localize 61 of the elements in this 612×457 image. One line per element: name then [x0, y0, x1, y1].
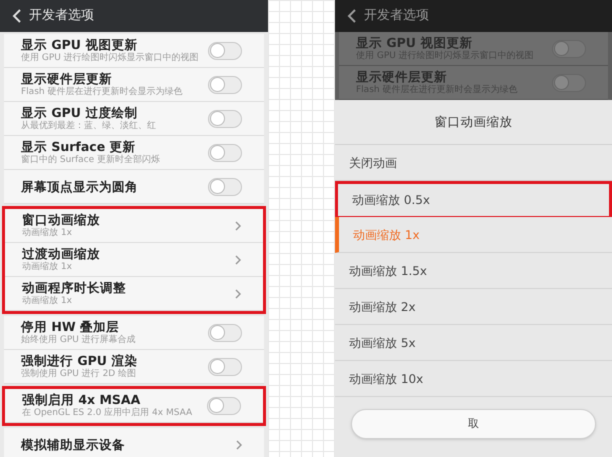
settings-row[interactable]: 显示 GPU 视图更新 使用 GPU 进行绘图时闪烁显示窗口中的视图 — [4, 34, 264, 68]
settings-row[interactable]: 强制进行 GPU 渲染 强制使用 GPU 进行 2D 绘图 — [4, 350, 264, 384]
toggle-switch[interactable] — [208, 144, 242, 162]
toggle-switch[interactable] — [208, 42, 242, 60]
settings-row[interactable]: 显示 Surface 更新 窗口中的 Surface 更新时全部闪烁 — [4, 136, 264, 170]
setting-subtitle: Flash 硬件层在进行更新时会显示为绿色 — [21, 87, 182, 98]
setting-subtitle: 动画缩放 1x — [22, 262, 73, 273]
chevron-icon — [235, 220, 241, 230]
toggle-switch[interactable] — [208, 178, 242, 196]
chevron-icon — [235, 288, 241, 298]
setting-title: 显示硬件层更新 — [21, 71, 113, 86]
setting-subtitle: 强制使用 GPU 进行 2D 绘图 — [21, 369, 138, 380]
screen-title: 开发者选项 — [29, 7, 94, 26]
settings-row[interactable]: 屏幕顶点显示为圆角 — [4, 170, 264, 204]
settings-row[interactable]: 模拟辅助显示设备 — [4, 428, 264, 457]
settings-row[interactable]: 显示硬件层更新 Flash 硬件层在进行更新时会显示为绿色 — [4, 68, 264, 102]
toggle-switch[interactable] — [208, 76, 242, 94]
setting-subtitle: 从最优到最差：蓝、绿、淡红、红 — [21, 121, 156, 132]
settings-row[interactable]: 强制启用 4x MSAA 在 OpenGL ES 2.0 应用中启用 4x MSAA — [5, 389, 263, 423]
option-item[interactable]: 动画缩放 5x — [335, 325, 612, 361]
option-item[interactable]: 动画缩放 2x — [335, 289, 612, 325]
toggle-switch[interactable] — [208, 324, 242, 342]
setting-title: 模拟辅助显示设备 — [21, 436, 125, 452]
setting-subtitle: 动画缩放 1x — [22, 296, 73, 307]
setting-subtitle: 在 OpenGL ES 2.0 应用中启用 4x MSAA — [22, 408, 192, 419]
option-item[interactable]: 动画缩放 1.5x — [335, 253, 612, 289]
setting-title: 强制启用 4x MSAA — [22, 392, 142, 408]
toggle-switch[interactable] — [552, 40, 586, 58]
settings-row[interactable]: 停用 HW 叠加层 始终使用 GPU 进行屏幕合成 — [4, 316, 264, 350]
dialog-title: 窗口动画缩放 — [434, 112, 512, 131]
option-item[interactable]: 关闭动画 — [335, 145, 612, 181]
settings-row[interactable]: 显示 GPU 过度绘制 从最优到最差：蓝、绿、淡红、红 — [4, 102, 264, 136]
setting-title: 显示 GPU 过度绘制 — [21, 105, 138, 120]
setting-title: 过渡动画缩放 — [22, 246, 100, 262]
setting-subtitle: 始终使用 GPU 进行屏幕合成 — [21, 335, 136, 346]
setting-subtitle: 使用 GPU 进行绘图时闪烁显示窗口中的视图 — [21, 53, 199, 64]
option-item[interactable]: 动画缩放 10x — [335, 361, 612, 397]
back-icon[interactable] — [347, 9, 356, 23]
setting-subtitle: 窗口中的 Surface 更新时全部闪烁 — [21, 155, 160, 166]
chevron-icon — [236, 440, 242, 450]
setting-subtitle: 动画缩放 1x — [22, 228, 73, 239]
setting-title: 显示硬件层更新 — [356, 69, 448, 84]
settings-row[interactable]: 动画程序时长调整 动画缩放 1x — [5, 277, 263, 311]
setting-title: 动画程序时长调整 — [22, 280, 126, 296]
toggle-switch[interactable] — [208, 358, 242, 376]
setting-title: 停用 HW 叠加层 — [21, 319, 120, 334]
setting-title: 显示 Surface 更新 — [21, 139, 137, 154]
settings-row[interactable]: 过渡动画缩放 动画缩放 1x — [5, 243, 263, 277]
cancel-button[interactable]: 取 — [351, 409, 596, 439]
screen-title: 开发者选项 — [364, 7, 429, 26]
toggle-switch[interactable] — [552, 74, 586, 92]
setting-title: 强制进行 GPU 渲染 — [21, 353, 138, 368]
setting-title: 显示 GPU 视图更新 — [356, 35, 474, 50]
setting-title: 窗口动画缩放 — [22, 212, 100, 228]
toggle-switch[interactable] — [208, 110, 242, 128]
setting-title: 屏幕顶点显示为圆角 — [21, 178, 138, 194]
toggle-switch[interactable] — [207, 396, 241, 414]
chevron-icon — [235, 254, 241, 264]
option-item[interactable]: 动画缩放 0.5x — [335, 181, 612, 217]
setting-title: 显示 GPU 视图更新 — [21, 37, 138, 52]
settings-row[interactable]: 窗口动画缩放 动画缩放 1x — [5, 209, 263, 243]
